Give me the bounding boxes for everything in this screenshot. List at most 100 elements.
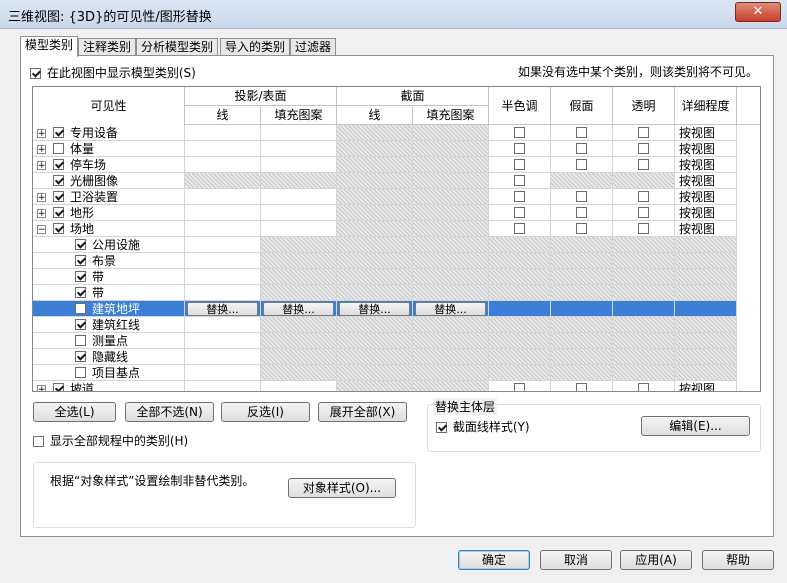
row-visibility-cell[interactable]: 建筑红线: [33, 317, 185, 333]
row-cell[interactable]: [489, 221, 551, 237]
edit-host-layers-button[interactable]: 编辑(E)...: [641, 416, 750, 436]
row-visibility-checkbox[interactable]: [75, 319, 86, 330]
show-model-categories-checkbox[interactable]: 在此视图中显示模型类别(S): [30, 64, 196, 81]
detail-level-value[interactable]: 按视图: [679, 173, 715, 189]
row-cell[interactable]: 按视图: [675, 189, 737, 205]
row-visibility-cell[interactable]: + 卫浴装置: [33, 189, 185, 205]
expand-toggle-icon[interactable]: −: [37, 225, 46, 235]
expand-toggle-icon[interactable]: +: [37, 129, 46, 139]
table-row[interactable]: 建筑红线: [33, 317, 760, 333]
row-visibility-cell[interactable]: 带: [33, 285, 185, 301]
table-row[interactable]: + 专用设备 按视图: [33, 125, 760, 141]
detail-level-value[interactable]: 按视图: [679, 189, 715, 205]
row-cell[interactable]: [185, 237, 261, 253]
row-cell[interactable]: [551, 125, 613, 141]
table-row[interactable]: − 场地 按视图: [33, 221, 760, 237]
override-button[interactable]: 替换...: [415, 302, 486, 316]
row-cell[interactable]: [489, 125, 551, 141]
table-row[interactable]: 带: [33, 285, 760, 301]
row-option-checkbox[interactable]: [514, 159, 525, 170]
row-cell[interactable]: [185, 285, 261, 301]
tab-imported-categories[interactable]: 导入的类别: [220, 38, 291, 56]
row-visibility-checkbox[interactable]: [75, 367, 86, 378]
row-cell[interactable]: 按视图: [675, 125, 737, 141]
row-visibility-checkbox[interactable]: [53, 207, 64, 218]
row-visibility-cell[interactable]: + 体量: [33, 141, 185, 157]
table-row[interactable]: + 体量 按视图: [33, 141, 760, 157]
row-cell[interactable]: [613, 205, 675, 221]
tab-annotation-categories[interactable]: 注释类别: [78, 38, 137, 56]
row-cell[interactable]: 按视图: [675, 381, 737, 391]
row-option-checkbox[interactable]: [514, 207, 525, 218]
row-option-checkbox[interactable]: [638, 207, 649, 218]
row-cell[interactable]: [551, 381, 613, 391]
row-visibility-checkbox[interactable]: [53, 191, 64, 202]
row-option-checkbox[interactable]: [576, 127, 587, 138]
row-cell[interactable]: [613, 221, 675, 237]
row-visibility-cell[interactable]: 隐藏线: [33, 349, 185, 365]
detail-level-value[interactable]: 按视图: [679, 125, 715, 141]
row-cell[interactable]: [185, 253, 261, 269]
show-model-categories-check[interactable]: [30, 68, 41, 79]
invert-selection-button[interactable]: 反选(I): [221, 402, 310, 422]
show-all-disciplines-checkbox[interactable]: 显示全部规程中的类别(H): [33, 432, 188, 449]
row-visibility-cell[interactable]: 项目基点: [33, 365, 185, 381]
detail-level-value[interactable]: 按视图: [679, 157, 715, 173]
override-button[interactable]: 替换...: [263, 302, 334, 316]
row-cell[interactable]: [489, 189, 551, 205]
row-visibility-checkbox[interactable]: [53, 159, 64, 170]
row-cell[interactable]: [185, 221, 261, 237]
row-cell[interactable]: [261, 141, 337, 157]
row-cell[interactable]: [185, 205, 261, 221]
object-styles-button[interactable]: 对象样式(O)...: [288, 478, 396, 498]
table-row[interactable]: 测量点: [33, 333, 760, 349]
row-option-checkbox[interactable]: [638, 159, 649, 170]
help-button[interactable]: 帮助: [702, 550, 774, 570]
table-row[interactable]: 隐藏线: [33, 349, 760, 365]
row-visibility-cell[interactable]: 布景: [33, 253, 185, 269]
row-cell[interactable]: [185, 317, 261, 333]
row-cell[interactable]: [261, 157, 337, 173]
row-visibility-cell[interactable]: − 场地: [33, 221, 185, 237]
row-cell[interactable]: [613, 157, 675, 173]
row-option-checkbox[interactable]: [514, 191, 525, 202]
row-visibility-cell[interactable]: + 停车场: [33, 157, 185, 173]
table-row[interactable]: 项目基点: [33, 365, 760, 381]
row-cell[interactable]: [489, 141, 551, 157]
row-visibility-checkbox[interactable]: [75, 239, 86, 250]
row-cell[interactable]: [613, 125, 675, 141]
row-visibility-cell[interactable]: 公用设施: [33, 237, 185, 253]
tab-filters[interactable]: 过滤器: [290, 38, 337, 56]
row-visibility-cell[interactable]: + 坡道: [33, 381, 185, 391]
row-option-checkbox[interactable]: [576, 383, 587, 391]
row-cell[interactable]: [489, 205, 551, 221]
row-option-checkbox[interactable]: [576, 143, 587, 154]
row-cell[interactable]: [551, 189, 613, 205]
cut-line-style-checkbox[interactable]: 截面线样式(Y): [436, 418, 530, 435]
row-cell[interactable]: [185, 333, 261, 349]
row-option-checkbox[interactable]: [638, 143, 649, 154]
row-visibility-cell[interactable]: 光栅图像: [33, 173, 185, 189]
row-visibility-cell[interactable]: 建筑地坪: [33, 301, 185, 317]
row-option-checkbox[interactable]: [638, 191, 649, 202]
row-cell[interactable]: [613, 381, 675, 391]
row-cell[interactable]: [185, 157, 261, 173]
table-row[interactable]: + 坡道 按视图: [33, 381, 760, 391]
cancel-button[interactable]: 取消: [540, 550, 612, 570]
table-row[interactable]: 建筑地坪 替换... 替换... 替换... 替换...: [33, 301, 760, 317]
row-visibility-checkbox[interactable]: [53, 143, 64, 154]
row-visibility-checkbox[interactable]: [75, 255, 86, 266]
row-visibility-cell[interactable]: + 专用设备: [33, 125, 185, 141]
row-option-checkbox[interactable]: [638, 223, 649, 234]
close-button[interactable]: ✕: [735, 2, 781, 22]
row-cell[interactable]: [489, 381, 551, 391]
row-visibility-cell[interactable]: 测量点: [33, 333, 185, 349]
expand-toggle-icon[interactable]: +: [37, 209, 46, 219]
table-row[interactable]: + 地形 按视图: [33, 205, 760, 221]
row-cell[interactable]: 按视图: [675, 221, 737, 237]
row-cell[interactable]: [613, 189, 675, 205]
table-row[interactable]: + 卫浴装置 按视图: [33, 189, 760, 205]
row-option-checkbox[interactable]: [514, 383, 525, 391]
override-button[interactable]: 替换...: [339, 302, 410, 316]
row-visibility-checkbox[interactable]: [53, 223, 64, 234]
